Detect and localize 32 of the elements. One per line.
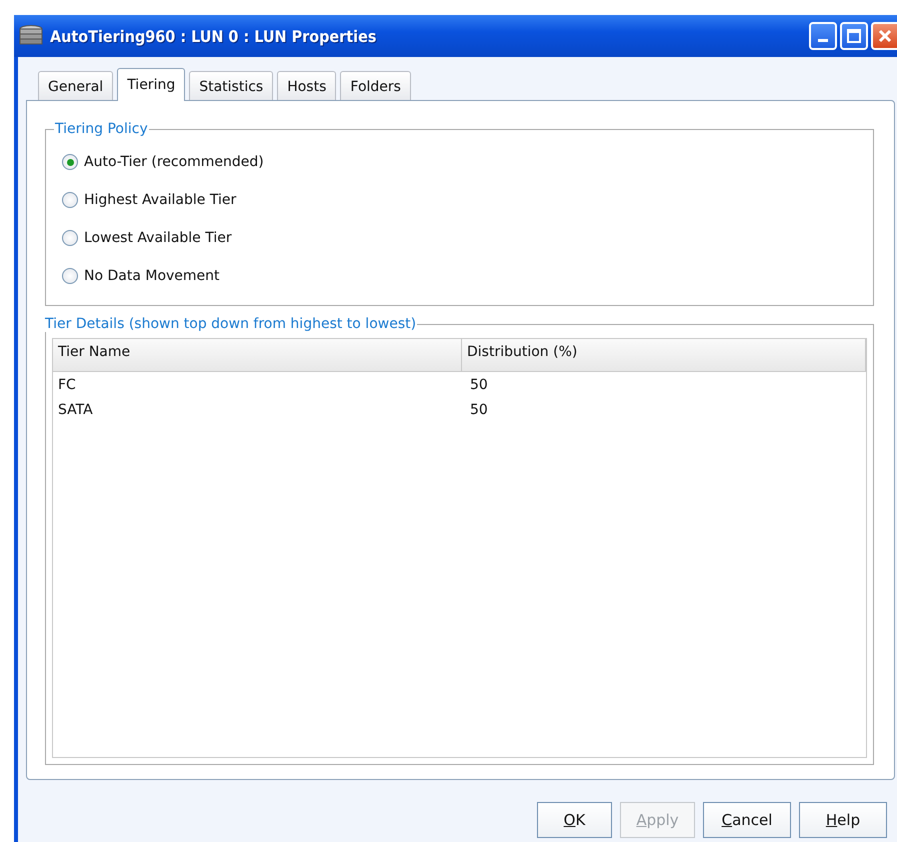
group-title: Tiering Policy [54, 121, 149, 137]
radio-button[interactable] [62, 268, 78, 284]
minimize-icon [818, 39, 828, 42]
close-button[interactable] [871, 22, 897, 50]
close-icon [878, 29, 892, 43]
radio-button[interactable] [62, 154, 78, 170]
dialog-button[interactable]: Cancel [703, 802, 791, 838]
minimize-button[interactable] [809, 22, 837, 50]
radio-button[interactable] [62, 192, 78, 208]
tab[interactable]: Statistics [189, 71, 274, 100]
table-cell-text: SATA [57, 402, 94, 418]
radio-label[interactable]: Auto-Tier (recommended) [84, 154, 264, 170]
radio-label[interactable]: Highest Available Tier [84, 192, 236, 208]
radio-label[interactable]: Lowest Available Tier [84, 230, 232, 246]
maximize-icon [847, 29, 861, 43]
column-header[interactable]: Distribution (%) [462, 339, 866, 371]
tab[interactable]: Hosts [277, 71, 336, 100]
column-header[interactable]: Tier Name [53, 339, 462, 371]
table-cell-text: 50 [469, 402, 489, 418]
group-title: Tier Details (shown top down from highest to lowest) [44, 316, 418, 332]
dialog-button[interactable]: Help [799, 802, 887, 838]
dialog-button[interactable]: OK [537, 802, 612, 838]
table-cell-text: 50 [469, 376, 489, 392]
tab[interactable]: Folders [340, 71, 411, 100]
table-cell-text: FC [57, 376, 77, 392]
tab[interactable]: Tiering [117, 68, 186, 101]
database-icon [18, 25, 44, 47]
maximize-button[interactable] [840, 22, 868, 50]
window-title: AutoTiering960 : LUN 0 : LUN Properties [50, 26, 378, 46]
tab[interactable]: General [38, 71, 114, 100]
radio-button[interactable] [62, 230, 78, 246]
radio-label[interactable]: No Data Movement [84, 268, 220, 284]
